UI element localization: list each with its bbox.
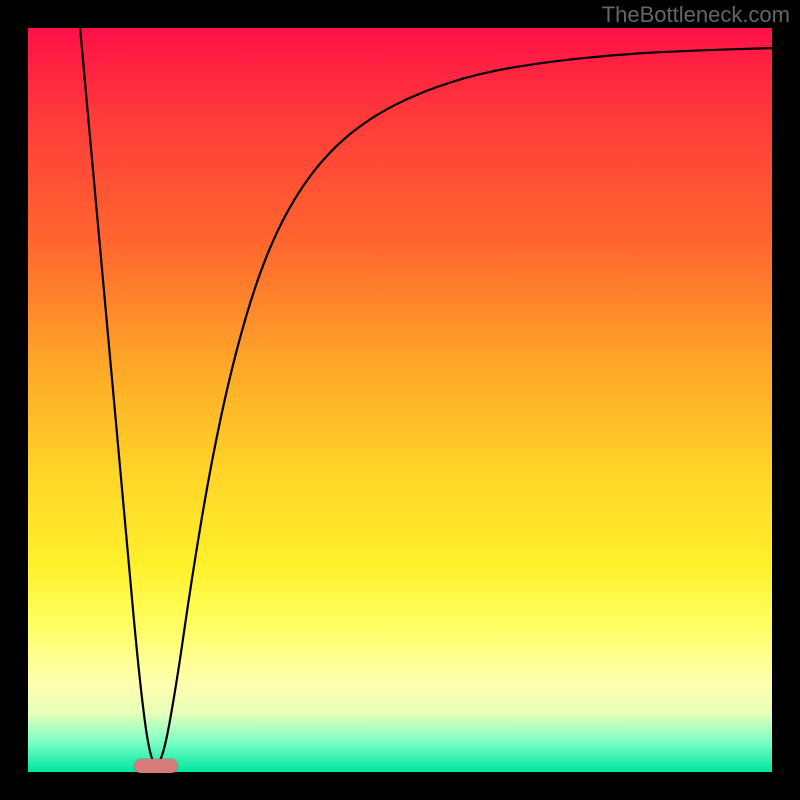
bottleneck-curve-path [80, 28, 772, 765]
plot-area [28, 28, 772, 772]
watermark-text: TheBottleneck.com [602, 2, 790, 28]
chart-svg [28, 28, 772, 772]
optimal-point-marker [134, 759, 178, 773]
chart-frame: TheBottleneck.com [0, 0, 800, 800]
